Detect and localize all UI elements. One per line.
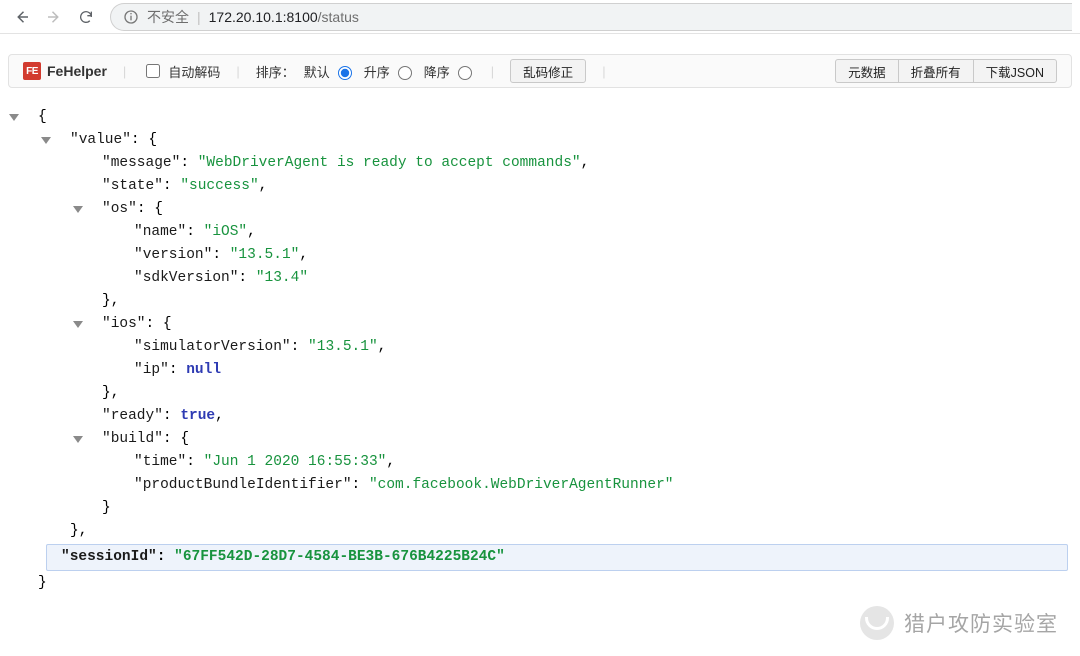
- arrow-right-icon: [45, 8, 63, 26]
- json-line[interactable]: "productBundleIdentifier": "com.facebook…: [6, 474, 1080, 497]
- fehelper-toolbar: FE FeHelper | 自动解码 | 排序： 默认 升序 降序 | 乱码修正…: [8, 54, 1072, 88]
- toolbar-divider: |: [123, 64, 126, 79]
- json-line[interactable]: "time": "Jun 1 2020 16:55:33",: [6, 451, 1080, 474]
- auto-decode-label: 自动解码: [168, 62, 220, 81]
- json-line[interactable]: "message": "WebDriverAgent is ready to a…: [6, 152, 1080, 175]
- json-line[interactable]: }: [6, 497, 1080, 520]
- forward-button[interactable]: [40, 3, 68, 31]
- json-line[interactable]: "ready": true,: [6, 405, 1080, 428]
- sort-default[interactable]: 默认: [304, 62, 355, 81]
- json-line[interactable]: "ip": null: [6, 359, 1080, 382]
- reload-button[interactable]: [72, 3, 100, 31]
- arrow-left-icon: [13, 8, 31, 26]
- json-line[interactable]: "simulatorVersion": "13.5.1",: [6, 336, 1080, 359]
- json-line[interactable]: },: [6, 382, 1080, 405]
- browser-chrome: 不安全 | 172.20.10.1:8100/status: [0, 0, 1080, 34]
- json-line[interactable]: {: [6, 106, 1080, 129]
- sort-desc-radio[interactable]: [458, 66, 472, 80]
- toolbar-divider: |: [491, 64, 494, 79]
- wechat-icon: [860, 606, 894, 640]
- back-button[interactable]: [8, 3, 36, 31]
- fehelper-logo[interactable]: FE FeHelper: [23, 62, 107, 80]
- metadata-button[interactable]: 元数据: [835, 59, 899, 83]
- json-line[interactable]: },: [6, 520, 1080, 543]
- download-json-button[interactable]: 下载JSON: [973, 59, 1057, 83]
- sort-asc[interactable]: 升序: [364, 62, 415, 81]
- insecure-label: 不安全: [147, 7, 189, 27]
- disclosure-icon[interactable]: [73, 321, 83, 328]
- separator: |: [197, 9, 201, 25]
- fehelper-badge-icon: FE: [23, 62, 41, 80]
- disclosure-icon[interactable]: [9, 114, 19, 121]
- highlighted-json-line[interactable]: "sessionId": "67FF542D-28D7-4584-BE3B-67…: [46, 544, 1068, 571]
- sort-label: 排序：: [256, 62, 295, 81]
- address-bar[interactable]: 不安全 | 172.20.10.1:8100/status: [110, 3, 1072, 31]
- right-button-group: 元数据 折叠所有 下载JSON: [835, 59, 1057, 83]
- watermark: 猎户攻防实验室: [860, 606, 1058, 640]
- disclosure-icon[interactable]: [41, 137, 51, 144]
- disclosure-icon[interactable]: [73, 436, 83, 443]
- fix-encoding-button[interactable]: 乱码修正: [510, 59, 586, 83]
- toolbar-divider: |: [602, 64, 605, 79]
- json-line[interactable]: "version": "13.5.1",: [6, 244, 1080, 267]
- sort-desc[interactable]: 降序: [424, 62, 475, 81]
- json-line[interactable]: "sdkVersion": "13.4": [6, 267, 1080, 290]
- json-viewer: { "value": { "message": "WebDriverAgent …: [0, 88, 1080, 595]
- fehelper-brand: FeHelper: [47, 63, 107, 79]
- url: 172.20.10.1:8100/status: [209, 9, 359, 25]
- json-line[interactable]: }: [6, 572, 1080, 595]
- json-line[interactable]: "value": {: [6, 129, 1080, 152]
- watermark-text: 猎户攻防实验室: [904, 608, 1058, 638]
- json-line[interactable]: "state": "success",: [6, 175, 1080, 198]
- info-icon: [123, 9, 139, 25]
- json-line[interactable]: "os": {: [6, 198, 1080, 221]
- json-line[interactable]: "build": {: [6, 428, 1080, 451]
- auto-decode-checkbox[interactable]: 自动解码: [142, 61, 220, 81]
- toolbar-divider: |: [236, 64, 239, 79]
- auto-decode-input[interactable]: [146, 64, 160, 78]
- json-line[interactable]: },: [6, 290, 1080, 313]
- sort-group: 排序： 默认 升序 降序: [256, 62, 475, 81]
- sort-asc-radio[interactable]: [398, 66, 412, 80]
- sort-default-radio[interactable]: [338, 66, 352, 80]
- json-line[interactable]: "ios": {: [6, 313, 1080, 336]
- collapse-all-button[interactable]: 折叠所有: [898, 59, 974, 83]
- disclosure-icon[interactable]: [73, 206, 83, 213]
- json-line[interactable]: "name": "iOS",: [6, 221, 1080, 244]
- reload-icon: [78, 9, 94, 25]
